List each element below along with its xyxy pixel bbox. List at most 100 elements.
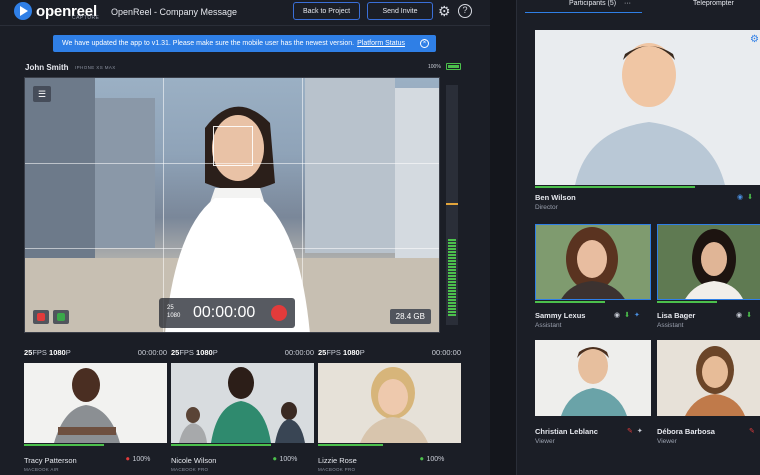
camera-icon[interactable]: ◉ bbox=[737, 193, 743, 201]
pin-icon[interactable]: ✦ bbox=[634, 311, 640, 319]
participant-name: Débora Barbosa bbox=[657, 427, 715, 436]
thumbnail-name: Lizzie Rose bbox=[318, 456, 357, 465]
thumbnail-icons: ⏺ 100% bbox=[126, 456, 150, 464]
thumbnail-icons: ⏺ 100% bbox=[273, 456, 297, 464]
level-marker bbox=[446, 203, 458, 205]
capture-panel: openreel CAPTURE OpenReel - Company Mess… bbox=[0, 0, 490, 475]
thumbnail-meta: 25FPS 1080P 00:00:00 bbox=[171, 348, 314, 358]
res-unit: P bbox=[65, 348, 71, 357]
res-value: 1080 bbox=[196, 348, 213, 357]
platform-status-link[interactable]: Platform Status bbox=[357, 40, 405, 47]
pin-icon[interactable]: ✦ bbox=[637, 427, 643, 435]
participant-icons: ✎ bbox=[749, 427, 755, 435]
participant-name: Ben Wilson bbox=[535, 193, 576, 202]
more-icon[interactable]: ··· bbox=[624, 0, 631, 7]
gear-icon[interactable]: ⚙ bbox=[750, 34, 759, 45]
sliders-icon[interactable]: ☰ bbox=[33, 86, 51, 102]
mic-icon[interactable]: ⏺ bbox=[126, 456, 130, 464]
audio-level-fill bbox=[448, 239, 456, 317]
participant-icons: ◉ ⬇ bbox=[736, 311, 752, 319]
help-icon[interactable]: ? bbox=[458, 4, 472, 18]
ben-figure bbox=[535, 30, 760, 185]
participant-name: Sammy Lexus bbox=[535, 311, 586, 320]
close-icon[interactable]: × bbox=[420, 39, 429, 48]
logo-play-icon bbox=[14, 2, 32, 20]
participant-name: Lisa Bager bbox=[657, 311, 696, 320]
top-bar: openreel CAPTURE OpenReel - Company Mess… bbox=[0, 0, 490, 26]
thumbnail-timecode: 00:00:00 bbox=[137, 348, 167, 357]
audio-level-bar bbox=[535, 301, 605, 303]
back-to-project-button[interactable]: Back to Project bbox=[293, 2, 360, 20]
participant-role: Assistant bbox=[535, 322, 562, 329]
mic-icon[interactable]: ⏺ bbox=[273, 456, 277, 464]
audio-level-bar bbox=[657, 301, 717, 303]
mic-off-icon[interactable]: ✎ bbox=[627, 427, 633, 435]
thumbnail-device: MACBOOK AIR bbox=[24, 467, 59, 472]
background-building bbox=[25, 78, 95, 258]
res-unit: P bbox=[359, 348, 365, 357]
tab-participants[interactable]: Participants (5) bbox=[569, 0, 616, 7]
thumbnail-format: 25FPS 1080P bbox=[171, 348, 218, 357]
thumbnail-meta: 25FPS 1080P 00:00:00 bbox=[318, 348, 461, 358]
battery-percent: 100% bbox=[279, 456, 298, 463]
tab-teleprompter[interactable]: Teleprompter bbox=[693, 0, 734, 7]
nicole-figure bbox=[171, 363, 314, 443]
participant-icons: ✎ ✦ bbox=[627, 427, 643, 435]
battery-percent: 100% bbox=[132, 456, 151, 463]
fps-unit: FPS bbox=[179, 348, 194, 357]
grid-line bbox=[302, 78, 303, 332]
send-invite-button[interactable]: Send Invite bbox=[367, 2, 433, 20]
stop-button[interactable] bbox=[33, 310, 49, 324]
thumbnail-device: MACBOOK PRO bbox=[171, 467, 209, 472]
participant-tile-debora[interactable] bbox=[657, 340, 760, 416]
mic-icon[interactable]: ⏺ bbox=[420, 456, 424, 464]
thumbnail-format: 25FPS 1080P bbox=[24, 348, 71, 357]
camera-thumbnails: 25FPS 1080P 00:00:00 Tracy Patterson MAC… bbox=[0, 346, 490, 475]
audio-level-bar bbox=[24, 444, 104, 446]
grid-line bbox=[163, 78, 164, 332]
camera-icon[interactable]: ◉ bbox=[736, 311, 742, 319]
participant-tile-lisa[interactable] bbox=[657, 224, 760, 300]
grid-line bbox=[25, 248, 439, 249]
main-battery-percent: 100% bbox=[428, 64, 441, 70]
record-button[interactable] bbox=[271, 305, 287, 321]
camera-icon[interactable]: ◉ bbox=[614, 311, 620, 319]
mic-icon[interactable]: ⬇ bbox=[624, 311, 630, 319]
battery-percent: 100% bbox=[426, 456, 445, 463]
participant-icons: ◉ ⬇ ✦ bbox=[614, 311, 640, 319]
mic-off-icon[interactable]: ✎ bbox=[749, 427, 755, 435]
thumbnail-name: Nicole Wilson bbox=[171, 456, 217, 465]
thumbnail-video[interactable] bbox=[318, 363, 461, 443]
participant-tile-sammy[interactable] bbox=[535, 224, 651, 300]
thumbnail-video[interactable] bbox=[171, 363, 314, 443]
right-tabs: Participants (5) ··· Teleprompter bbox=[517, 0, 760, 14]
lizzie-figure bbox=[318, 363, 461, 443]
res-value: 1080 bbox=[49, 348, 66, 357]
audio-level-bar bbox=[318, 444, 383, 446]
participant-tile-christian[interactable] bbox=[535, 340, 651, 416]
debora-figure bbox=[657, 340, 760, 416]
recording-resolution: 25 1080 bbox=[167, 304, 180, 320]
participant-icons: ◉ ⬇ bbox=[737, 193, 753, 201]
active-tab-indicator bbox=[525, 12, 642, 13]
thumbnail-timecode: 00:00:00 bbox=[431, 348, 461, 357]
gear-icon[interactable]: ⚙ bbox=[438, 4, 452, 18]
go-button[interactable] bbox=[53, 310, 69, 324]
main-video-feed[interactable]: ☰ 25 1080 00:00:00 28.4 GB bbox=[24, 77, 440, 333]
participant-role: Director bbox=[535, 204, 558, 211]
mic-icon[interactable]: ⬇ bbox=[747, 193, 753, 201]
recording-fps: 25 bbox=[167, 305, 174, 311]
recording-timer: 00:00:00 bbox=[193, 304, 256, 321]
thumbnail-icons: ⏺ 100% bbox=[420, 456, 444, 464]
project-title: OpenReel - Company Message bbox=[111, 7, 238, 17]
thumbnail-timecode: 00:00:00 bbox=[284, 348, 314, 357]
fps-unit: FPS bbox=[32, 348, 47, 357]
participant-role: Viewer bbox=[535, 438, 555, 445]
mic-icon[interactable]: ⬇ bbox=[746, 311, 752, 319]
participant-role: Assistant bbox=[657, 322, 684, 329]
res-unit: P bbox=[212, 348, 218, 357]
thumbnail-video[interactable] bbox=[24, 363, 167, 443]
participants-panel: Participants (5) ··· Teleprompter ⚙ Ben … bbox=[516, 0, 760, 475]
participant-tile-ben[interactable]: ⚙ bbox=[535, 30, 760, 185]
thumbnail-meta: 25FPS 1080P 00:00:00 bbox=[24, 348, 167, 358]
